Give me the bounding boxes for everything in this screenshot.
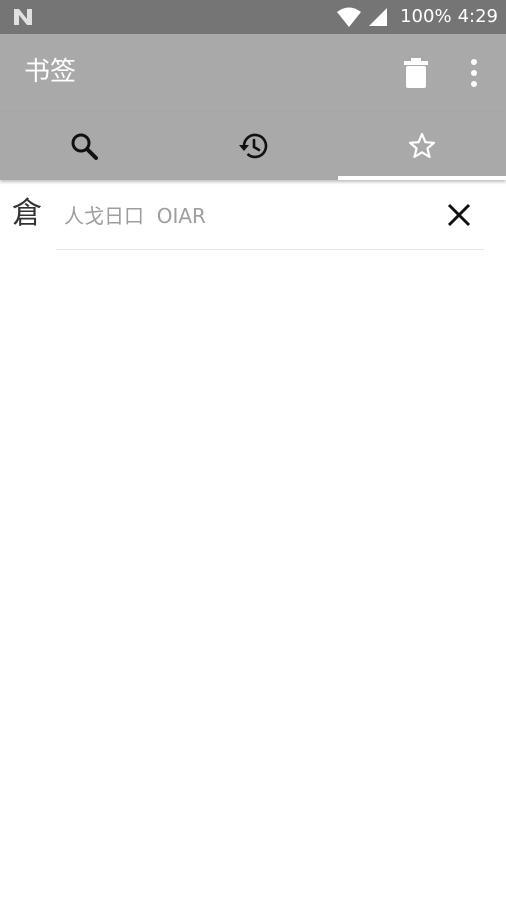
tab-history[interactable] xyxy=(169,112,337,180)
clock: 4:29 xyxy=(457,6,498,27)
n-logo-icon xyxy=(14,9,32,25)
status-icons: 100% 4:29 xyxy=(336,0,498,34)
screen: 100% 4:29 书签 倉 人戈日口 OIAR xyxy=(0,0,506,900)
wifi-icon xyxy=(337,7,362,27)
tab-search[interactable] xyxy=(0,112,168,180)
tab-indicator xyxy=(338,176,506,180)
bookmark-character: 倉 xyxy=(12,196,42,231)
search-icon xyxy=(71,133,98,160)
page-title: 书签 xyxy=(24,57,77,87)
status-bar: 100% 4:29 xyxy=(0,0,506,34)
list-item[interactable]: 倉 人戈日口 OIAR xyxy=(0,182,506,250)
app-bar: 书签 xyxy=(0,34,506,112)
close-icon[interactable] xyxy=(444,200,474,230)
divider xyxy=(56,249,484,250)
tab-bookmarks[interactable] xyxy=(338,112,506,180)
battery-level: 100% xyxy=(400,6,452,27)
tab-bar xyxy=(0,112,506,180)
history-icon xyxy=(239,133,268,159)
star-outline-icon xyxy=(408,132,436,159)
more-vert-icon[interactable] xyxy=(462,56,486,90)
signal-icon xyxy=(369,8,388,26)
bookmark-code: 人戈日口 OIAR xyxy=(64,204,206,228)
delete-icon[interactable] xyxy=(402,56,430,90)
